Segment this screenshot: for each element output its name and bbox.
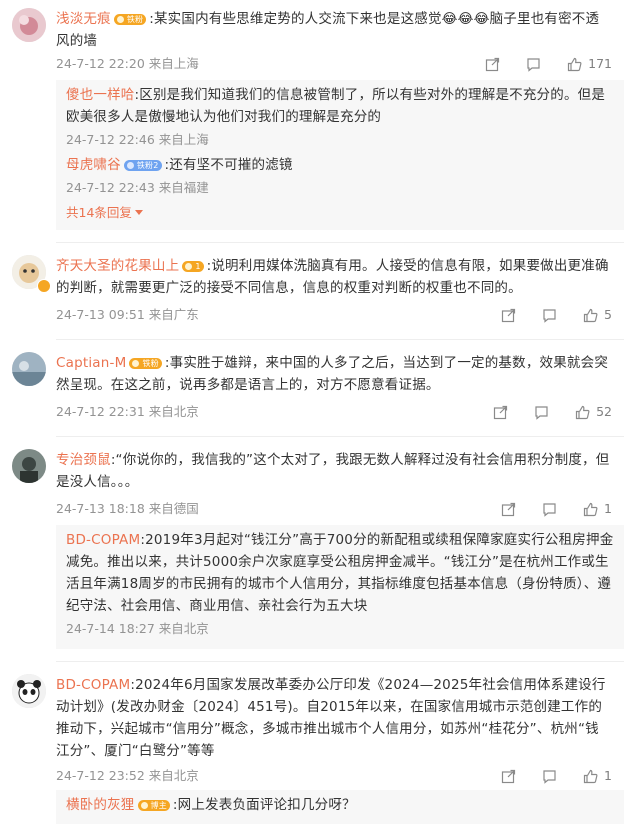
comment-text: Captian-M 铁粉:事实胜于雄辩，来中国的人多了之后，当达到了一定的基数，效… — [56, 352, 612, 396]
comment-icon[interactable] — [526, 57, 541, 72]
divider — [56, 436, 624, 437]
timestamp-location: 24-7-12 22:20 来自上海 — [56, 56, 199, 71]
like-count: 52 — [596, 404, 612, 419]
username[interactable]: BD-COPAM — [56, 677, 130, 693]
level-badge: 1 — [182, 261, 204, 272]
like-icon[interactable] — [583, 502, 598, 517]
comment-icon[interactable] — [542, 502, 557, 517]
reply-item: BD-COPAM:2019年3月起对“钱江分”高于700分的新配租或续租保障家庭… — [66, 529, 614, 641]
like-count: 1 — [604, 501, 612, 516]
fan-badge: 铁粉 — [129, 358, 162, 369]
comment-text: 专治颈鼠:“你说你的，我信我的”这个太对了，我跟无数人解释过没有社会信用积分制度… — [56, 449, 612, 493]
reply-meta: 24-7-12 22:43 来自福建 — [66, 180, 209, 195]
like-icon[interactable] — [583, 769, 598, 784]
reply-meta: 24-7-14 18:27 来自北京 — [66, 621, 209, 636]
caret-down-icon — [134, 210, 143, 215]
comment-actions: 1 — [501, 764, 612, 788]
comment-icon[interactable] — [542, 769, 557, 784]
reply-list: BD-COPAM:2019年3月起对“钱江分”高于700分的新配租或续租保障家庭… — [56, 525, 624, 649]
comment-item: 齐天大圣的花果山上 1:说明利用媒体洗脑真有用。人接受的信息有限，如果要做出更准确… — [0, 255, 624, 327]
reply-list: 横卧的灰狸 博主:网上发表负面评论扣几分呀？ — [56, 790, 624, 824]
more-replies-label: 共14条回复 — [66, 205, 132, 220]
comment-body: :2024年6月国家发展改革委办公厅印发《2024—2025年社会信用体系建设行… — [56, 677, 606, 759]
share-icon[interactable] — [485, 57, 500, 72]
reply-item: 母虎啸谷 铁粉2:还有坚不可摧的滤镜 24-7-12 22:43 来自福建 — [66, 154, 614, 200]
timestamp-location: 24-7-13 09:51 来自广东 — [56, 307, 199, 322]
comment-body: :“你说你的，我信我的”这个太对了，我跟无数人解释过没有社会信用积分制度，但是没… — [56, 452, 610, 490]
like-count: 5 — [604, 307, 612, 322]
divider — [56, 661, 624, 662]
comment-item: 浅淡无痕 铁粉:某实国内有些思维定势的人交流下来也是这感觉😂😂😂脑子里也有密不透风… — [0, 8, 624, 76]
avatar[interactable] — [12, 352, 46, 386]
avatar[interactable] — [12, 449, 46, 483]
username[interactable]: 横卧的灰狸 — [66, 797, 135, 813]
comment-item: BD-COPAM:2024年6月国家发展改革委办公厅印发《2024—2025年社… — [0, 674, 624, 788]
avatar[interactable] — [12, 674, 46, 708]
username[interactable]: 专治颈鼠 — [56, 452, 111, 468]
comment-meta: 24-7-12 22:20 来自上海 171 — [56, 52, 612, 76]
reply-list: 傻也一样哈:区别是我们知道我们的信息被管制了，所以有些对外的理解是不充分的。但是… — [56, 80, 624, 230]
comment-text: BD-COPAM:2024年6月国家发展改革委办公厅印发《2024—2025年社… — [56, 674, 612, 762]
username[interactable]: 齐天大圣的花果山上 — [56, 258, 179, 274]
comment-actions: 1 — [501, 497, 612, 521]
divider — [56, 242, 624, 243]
comment-actions: 52 — [493, 400, 612, 424]
author-badge: 博主 — [137, 800, 170, 811]
share-icon[interactable] — [501, 769, 516, 784]
comment-meta: 24-7-13 09:51 来自广东 5 — [56, 303, 612, 327]
reply-body: :还有坚不可摧的滤镜 — [164, 157, 293, 173]
comment-actions: 171 — [485, 52, 612, 76]
like-count: 171 — [588, 56, 612, 71]
like-icon[interactable] — [575, 405, 590, 420]
username[interactable]: Captian-M — [56, 355, 126, 371]
comment-actions: 5 — [501, 303, 612, 327]
reply-body: :网上发表负面评论扣几分呀？ — [172, 797, 356, 813]
avatar[interactable] — [12, 8, 46, 42]
comment-item: 专治颈鼠:“你说你的，我信我的”这个太对了，我跟无数人解释过没有社会信用积分制度… — [0, 449, 624, 521]
timestamp-location: 24-7-12 22:31 来自北京 — [56, 404, 199, 419]
comment-meta: 24-7-13 18:18 来自德国 1 — [56, 497, 612, 521]
fan-badge: 铁粉2 — [123, 160, 162, 171]
fan-badge: 铁粉 — [113, 14, 147, 25]
share-icon[interactable] — [501, 502, 516, 517]
comment-meta: 24-7-12 22:31 来自北京 52 — [56, 400, 612, 424]
reply-body: :2019年3月起对“钱江分”高于700分的新配租或续租保障家庭实行公租房押金减… — [66, 532, 614, 614]
timestamp-location: 24-7-13 18:18 来自德国 — [56, 501, 199, 516]
verified-icon — [37, 279, 51, 293]
timestamp-location: 24-7-12 23:52 来自北京 — [56, 768, 199, 783]
share-icon[interactable] — [501, 308, 516, 323]
comment-text: 齐天大圣的花果山上 1:说明利用媒体洗脑真有用。人接受的信息有限，如果要做出更准确… — [56, 255, 612, 299]
like-icon[interactable] — [567, 57, 582, 72]
reply-meta: 24-7-12 22:46 来自上海 — [66, 132, 209, 147]
comment-meta: 24-7-12 23:52 来自北京 1 — [56, 764, 612, 788]
username[interactable]: 母虎啸谷 — [66, 157, 121, 173]
reply-item: 傻也一样哈:区别是我们知道我们的信息被管制了，所以有些对外的理解是不充分的。但是… — [66, 84, 614, 152]
reply-item: 横卧的灰狸 博主:网上发表负面评论扣几分呀？ — [66, 794, 614, 816]
divider — [56, 339, 624, 340]
username[interactable]: 浅淡无痕 — [56, 11, 111, 27]
comment-text: 浅淡无痕 铁粉:某实国内有些思维定势的人交流下来也是这感觉😂😂😂脑子里也有密不透风… — [56, 8, 612, 52]
like-count: 1 — [604, 768, 612, 783]
comment-item: Captian-M 铁粉:事实胜于雄辩，来中国的人多了之后，当达到了一定的基数，效… — [0, 352, 624, 424]
comment-icon[interactable] — [542, 308, 557, 323]
username[interactable]: 傻也一样哈 — [66, 87, 135, 103]
reply-body: :区别是我们知道我们的信息被管制了，所以有些对外的理解是不充分的。但是欧美很多人… — [66, 87, 606, 125]
more-replies-button[interactable]: 共14条回复 — [66, 202, 614, 224]
share-icon[interactable] — [493, 405, 508, 420]
username[interactable]: BD-COPAM — [66, 532, 140, 548]
comment-icon[interactable] — [534, 405, 549, 420]
like-icon[interactable] — [583, 308, 598, 323]
